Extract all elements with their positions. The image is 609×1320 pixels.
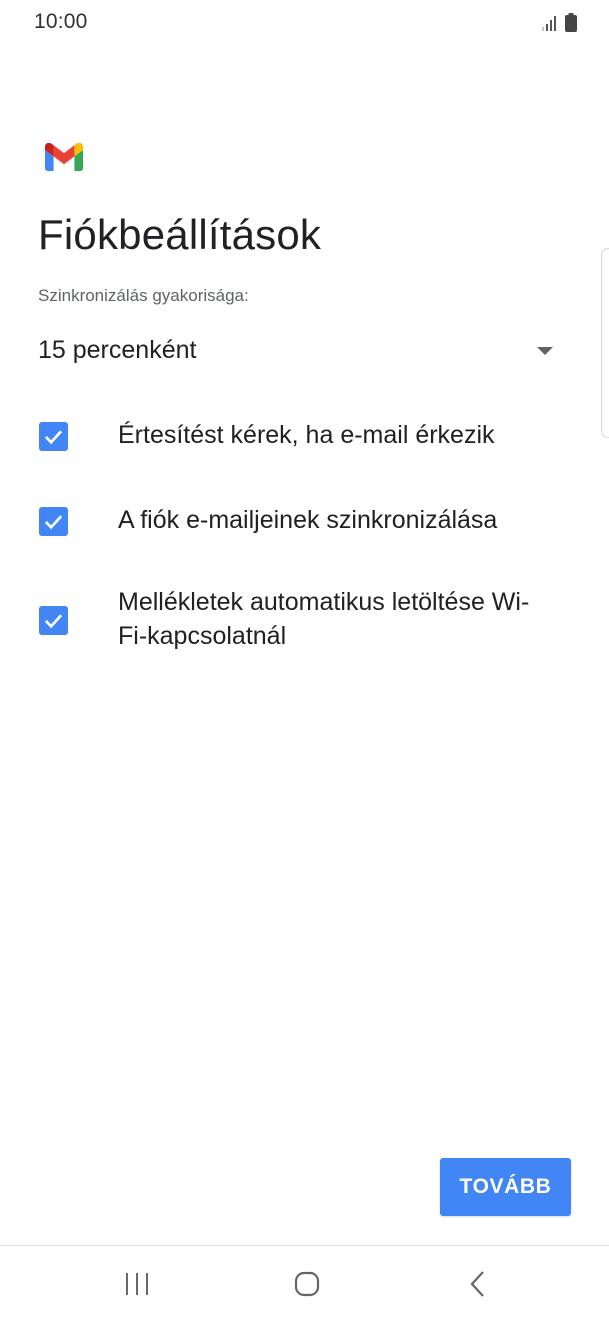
sync-email-label: A fiók e-mailjeinek szinkronizálása [118, 506, 498, 534]
status-time: 10:00 [34, 10, 88, 33]
auto-download-label: Mellékletek automatikus letöltése Wi-Fi-… [118, 588, 530, 650]
navigation-bar [0, 1246, 609, 1320]
recents-button[interactable] [107, 1264, 167, 1304]
signal-icon [542, 16, 556, 31]
sync-frequency-dropdown[interactable]: 15 percenként [38, 330, 560, 374]
next-button[interactable]: TOVÁBB [440, 1158, 571, 1216]
email-notification-label: Értesítést kérek, ha e-mail érkezik [118, 421, 495, 449]
screen: 10:00 Fiókbeállítások Szinkronizálás gya… [0, 0, 609, 1320]
sync-frequency-label: Szinkronizálás gyakorisága: [38, 286, 249, 305]
battery-icon [565, 13, 577, 32]
home-icon [294, 1271, 320, 1297]
option-auto-download-attachments[interactable]: Mellékletek automatikus letöltése Wi-Fi-… [38, 585, 578, 655]
dropdown-arrow-icon [537, 347, 553, 355]
scroll-indicator[interactable] [601, 248, 609, 438]
auto-download-checkbox[interactable] [39, 606, 68, 635]
check-icon [44, 515, 63, 530]
gmail-logo [45, 143, 83, 171]
check-icon [44, 614, 63, 629]
option-sync-email[interactable]: A fiók e-mailjeinek szinkronizálása [38, 503, 578, 539]
status-icons [541, 13, 577, 32]
option-email-notification[interactable]: Értesítést kérek, ha e-mail érkezik [38, 418, 578, 454]
status-bar: 10:00 [0, 0, 609, 46]
check-icon [44, 430, 63, 445]
email-notification-checkbox[interactable] [39, 422, 68, 451]
page-title: Fiókbeállítások [38, 211, 322, 258]
sync-email-checkbox[interactable] [39, 507, 68, 536]
back-icon [470, 1271, 484, 1297]
recents-icon [126, 1273, 148, 1295]
home-button[interactable] [277, 1264, 337, 1304]
back-button[interactable] [448, 1264, 508, 1304]
sync-frequency-value: 15 percenként [38, 336, 197, 364]
